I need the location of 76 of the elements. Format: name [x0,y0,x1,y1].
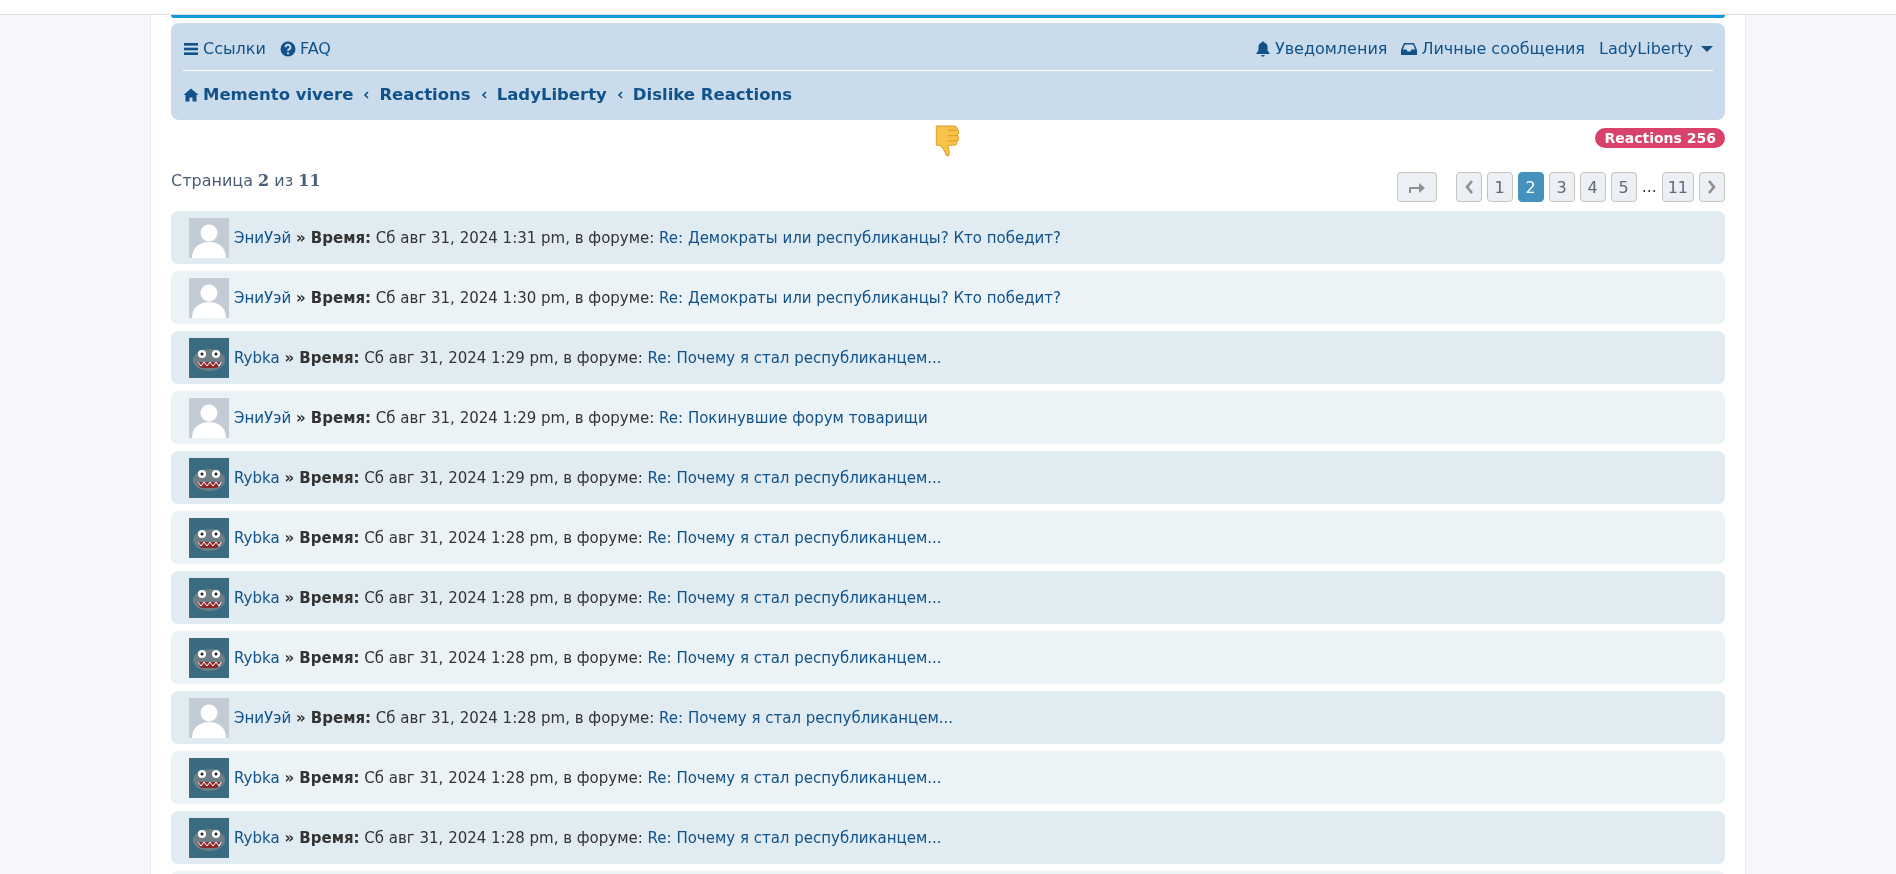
fish-avatar-drawing [189,637,229,678]
username-link[interactable]: Rybka [234,768,280,787]
fish-avatar-drawing [189,817,229,858]
chevron-left-icon [616,90,623,99]
page-info: Страница 2 из 11 [171,170,321,190]
avatar-silhouette [189,277,229,318]
topic-link[interactable]: Re: Почему я стал республиканцем... [647,588,942,607]
username-link[interactable]: Rybka [234,648,280,667]
topic-link[interactable]: Re: Почему я стал республиканцем... [647,528,942,547]
next-page-button[interactable] [1699,172,1725,202]
username-link[interactable]: Rybka [234,348,280,367]
topic-link[interactable]: Re: Почему я стал республиканцем... [659,708,954,727]
avatar-silhouette [189,697,229,738]
nav-link[interactable]: Ссылки [183,39,266,58]
page-ellipsis: … [1641,178,1657,196]
bell-icon [1254,40,1271,57]
jump-to-page-button[interactable] [1396,172,1437,202]
topic-link[interactable]: Re: Почему я стал республиканцем... [647,828,942,847]
home-icon [183,86,199,103]
topic-link[interactable]: Re: Демократы или республиканцы? Кто победит? [659,228,1062,247]
page-number-button[interactable]: 4 [1579,172,1606,202]
reaction-entry: ЭниУэй » Время: Сб авг 31, 2024 1:29 pm, в форуме: Re: Покинувшие форум товарищи [234,408,928,427]
previous-page-button[interactable] [1455,172,1482,202]
username-link[interactable]: Rybka [234,828,280,847]
reaction-entry: Rybka » Время: Сб авг 31, 2024 1:28 pm, в форуме: Re: Почему я стал республиканцем... [234,828,942,847]
chevron-left-icon [363,90,370,99]
avatar-silhouette [189,397,229,438]
username-link[interactable]: ЭниУэй [234,408,292,427]
fish-avatar-drawing [189,757,229,798]
reaction-entry: Rybka » Время: Сб авг 31, 2024 1:28 pm, в форуме: Re: Почему я стал республиканцем... [234,588,942,607]
breadcrumb-link[interactable]: Reactions [379,85,471,104]
nav-link[interactable]: Личные сообщения [1401,39,1585,58]
fish-avatar-drawing [189,457,229,498]
nav-link[interactable]: Уведомления [1254,39,1388,58]
topic-link[interactable]: Re: Почему я стал республиканцем... [647,648,942,667]
topic-link[interactable]: Re: Демократы или республиканцы? Кто победит? [659,288,1062,307]
reaction-entry: Rybka » Время: Сб авг 31, 2024 1:28 pm, в форуме: Re: Почему я стал республиканцем... [234,528,942,547]
reaction-entry: Rybka » Время: Сб авг 31, 2024 1:28 pm, в форуме: Re: Почему я стал республиканцем... [234,768,942,787]
reaction-entry: ЭниУэй » Время: Сб авг 31, 2024 1:28 pm, в форуме: Re: Почему я стал республиканцем... [234,708,954,727]
page-number-button[interactable]: 3 [1548,172,1575,202]
reaction-entry: ЭниУэй » Время: Сб авг 31, 2024 1:30 pm, в форуме: Re: Демократы или республиканцы? Кто победит? [234,288,1062,307]
topic-link[interactable]: Re: Почему я стал республиканцем... [647,468,942,487]
avatar-silhouette [189,217,229,258]
breadcrumb-link[interactable]: LadyLiberty [496,85,607,104]
inbox-icon [1401,40,1418,57]
chevron-left-icon [480,90,487,99]
username-link[interactable]: Rybka [234,528,280,547]
breadcrumb-link[interactable]: Dislike Reactions [632,85,793,104]
caret-icon [1701,44,1713,53]
reaction-entry: Rybka » Время: Сб авг 31, 2024 1:29 pm, в форуме: Re: Почему я стал республиканцем... [234,468,942,487]
breadcrumb-link[interactable]: Memento vivere [183,85,354,104]
fish-avatar-drawing [189,577,229,618]
page-number-button[interactable]: 5 [1610,172,1637,202]
menu-icon [183,40,199,57]
username-link[interactable]: Rybka [234,588,280,607]
username-link[interactable]: ЭниУэй [234,228,292,247]
fish-avatar-drawing [189,517,229,558]
reaction-entry: Rybka » Время: Сб авг 31, 2024 1:28 pm, в форуме: Re: Почему я стал республиканцем... [234,648,942,667]
help-icon [279,40,296,57]
reaction-entry: Rybka » Время: Сб авг 31, 2024 1:29 pm, в форуме: Re: Почему я стал республиканцем... [234,348,942,367]
username-link[interactable]: ЭниУэй [234,708,292,727]
chevron-left-icon [1463,179,1474,195]
topic-link[interactable]: Re: Почему я стал республиканцем... [647,348,942,367]
username-link[interactable]: ЭниУэй [234,288,292,307]
topic-link[interactable]: Re: Покинувшие форум товарищи [659,408,928,427]
reactions-count-badge: Reactions 256 [1595,128,1725,148]
page-number-button[interactable]: 1 [1486,172,1513,202]
nav-link[interactable]: FAQ [279,39,331,58]
page-number-button[interactable]: 11 [1661,172,1694,202]
page-number-button[interactable]: 2 [1517,172,1544,202]
fish-avatar-drawing [189,337,229,378]
reaction-entry: ЭниУэй » Время: Сб авг 31, 2024 1:31 pm, в форуме: Re: Демократы или республиканцы? Кто победит? [234,228,1062,247]
chevron-right-icon [1707,179,1717,195]
user-menu[interactable]: LadyLiberty [1598,39,1713,58]
topic-link[interactable]: Re: Почему я стал республиканцем... [647,768,942,787]
username-link[interactable]: Rybka [234,468,280,487]
